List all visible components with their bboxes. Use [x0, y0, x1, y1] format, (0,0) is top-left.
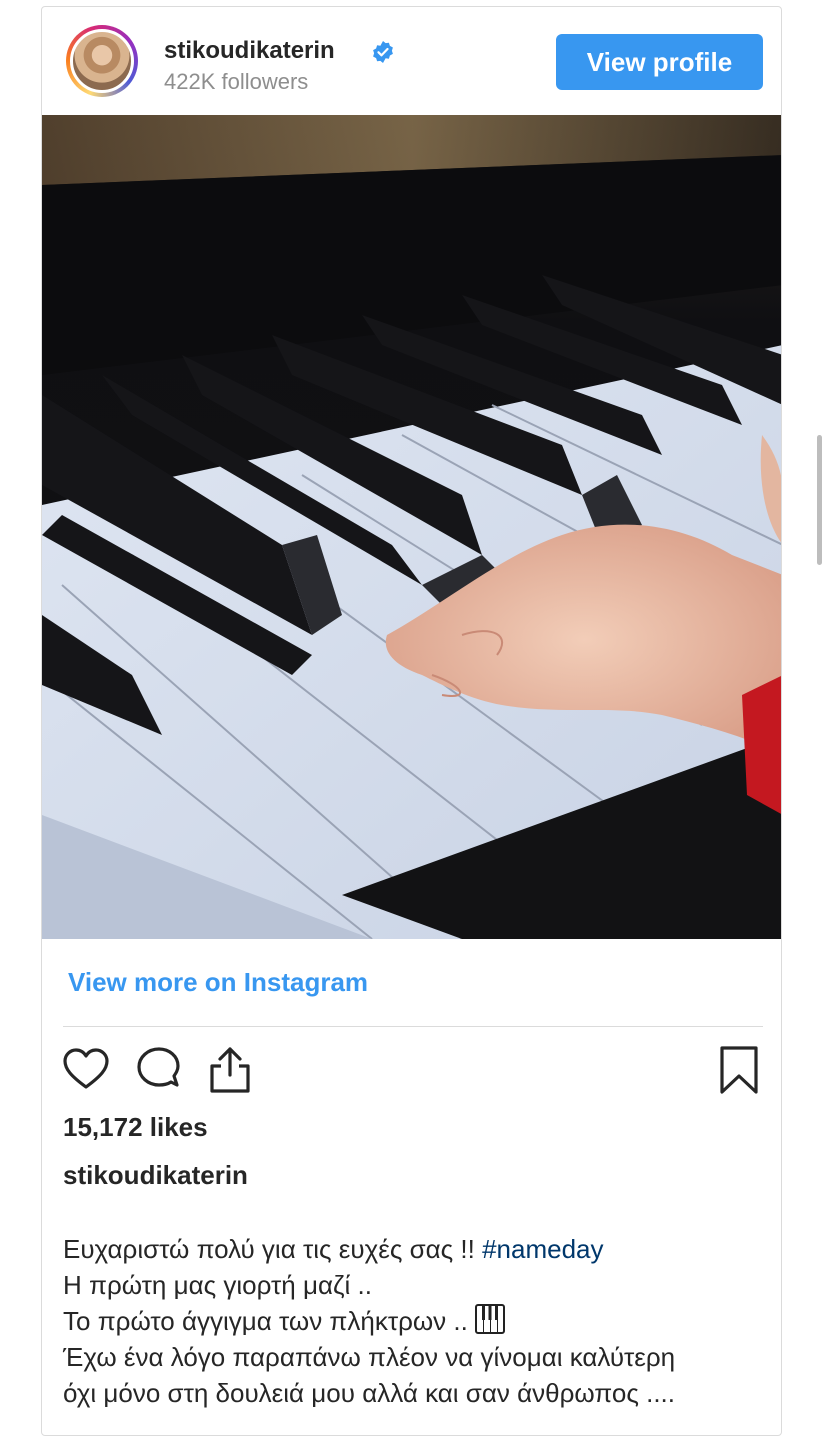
instagram-embed-card: stikoudikaterin 422K followers View prof…: [41, 6, 782, 1436]
hashtag-link[interactable]: #nameday: [482, 1234, 603, 1264]
piano-baby-hand-image: [42, 115, 781, 939]
caption-line: όχι μόνο στη δουλειά μου αλλά και σαν άν…: [63, 1378, 675, 1408]
divider: [63, 1026, 763, 1027]
comment-icon[interactable]: [134, 1045, 184, 1095]
post-photo[interactable]: [42, 115, 781, 939]
caption-line-text: Το πρώτο άγγιγμα των πλήκτρων ..: [63, 1306, 476, 1336]
caption-line: Έχω ένα λόγο παραπάνω πλέον να γίνομαι κ…: [63, 1342, 676, 1372]
view-profile-button[interactable]: View profile: [556, 34, 763, 90]
avatar[interactable]: [70, 29, 134, 93]
heart-icon[interactable]: [61, 1045, 111, 1095]
caption-line: Ευχαριστώ πολύ για τις ευχές σας !! #nam…: [63, 1231, 773, 1267]
caption-line: Η πρώτη μας γιορτή μαζί ..: [63, 1270, 372, 1300]
caption-line: Το πρώτο άγγιγμα των πλήκτρων ..: [63, 1303, 773, 1339]
avatar-story-ring[interactable]: [66, 25, 138, 97]
caption-username[interactable]: stikoudikaterin: [63, 1160, 248, 1191]
post-header: stikoudikaterin 422K followers View prof…: [42, 7, 781, 115]
scrollbar-thumb[interactable]: [817, 435, 822, 565]
caption-line-text: Ευχαριστώ πολύ για τις ευχές σας !!: [63, 1234, 483, 1264]
view-more-link[interactable]: View more on Instagram: [68, 967, 368, 998]
verified-badge-icon: [373, 41, 393, 63]
likes-count[interactable]: 15,172 likes: [63, 1112, 208, 1143]
caption-text: Ευχαριστώ πολύ για τις ευχές σας !! #nam…: [63, 1231, 773, 1411]
piano-emoji-icon: [475, 1304, 506, 1334]
header-username[interactable]: stikoudikaterin: [164, 37, 335, 65]
follower-count: 422K followers: [164, 69, 309, 94]
bookmark-icon[interactable]: [714, 1045, 764, 1095]
share-icon[interactable]: [205, 1045, 255, 1095]
